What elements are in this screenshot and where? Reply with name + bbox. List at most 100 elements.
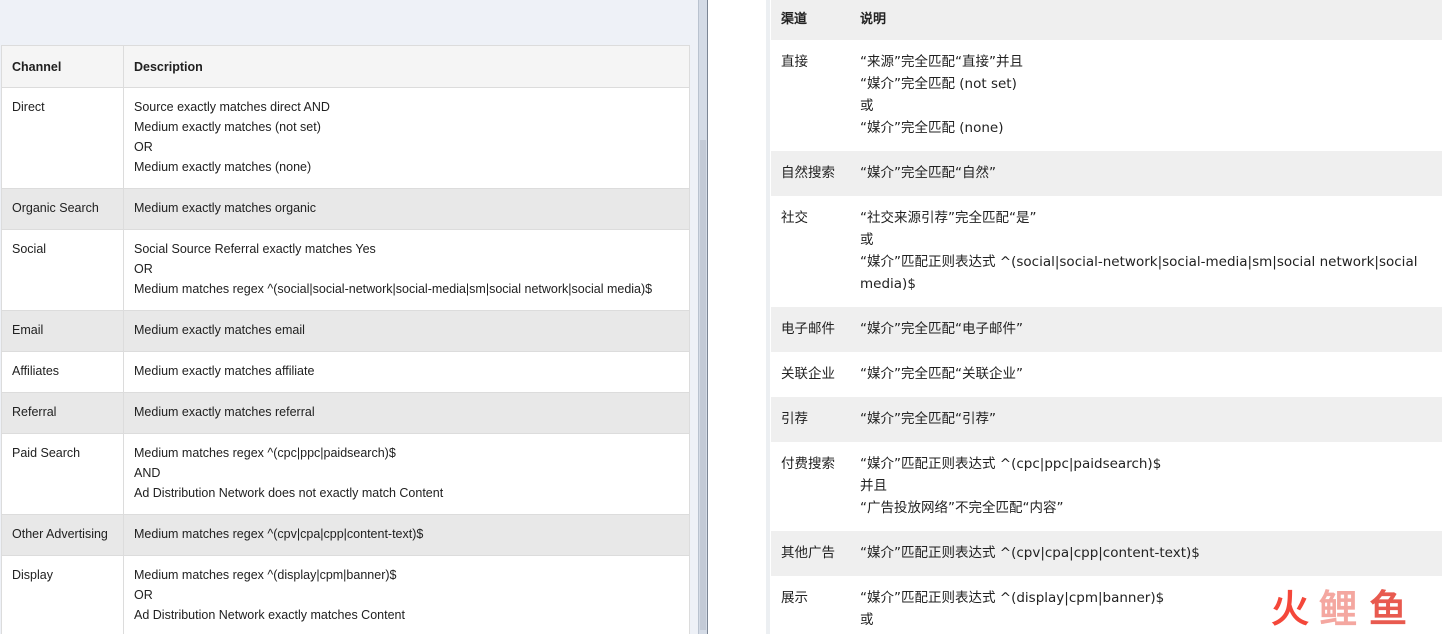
table-header-row: Channel Description — [1, 45, 690, 88]
description-cell: Source exactly matches direct AND Medium … — [123, 87, 690, 189]
description-line: “媒介”完全匹配“关联企业” — [860, 366, 1023, 382]
description-line: Medium exactly matches (not set) — [134, 120, 321, 134]
table-row: Affiliates Medium exactly matches affilia… — [1, 351, 690, 393]
description-line: Medium matches regex ^(social|social-net… — [134, 282, 653, 296]
description-cell: “媒介”完全匹配“关联企业” — [850, 352, 1442, 397]
description-line: OR — [134, 588, 153, 602]
description-line: OR — [134, 262, 153, 276]
channel-cell: 付费搜索 — [781, 456, 835, 472]
description-cell: Medium matches regex ^(cpv|cpa|cpp|conte… — [123, 514, 690, 556]
table-row: Display Medium matches regex ^(display|cp… — [1, 555, 690, 634]
description-cell: “媒介”完全匹配“引荐” — [850, 397, 1442, 442]
channel-cell: Direct — [1, 87, 124, 189]
description-cell: “媒介”完全匹配“自然” — [850, 151, 1442, 196]
table-header-row: 渠道 说明 — [771, 0, 1442, 40]
table-row: Other Advertising Medium matches regex ^(… — [1, 514, 690, 556]
description-column-header: Description — [123, 45, 690, 88]
description-cell: Social Source Referral exactly matches Y… — [123, 229, 690, 311]
channel-definitions-table-zh: 渠道 说明 直接 “来源”完全匹配“直接”并且 “媒介”完全匹配 (not set)… — [771, 0, 1442, 634]
description-line: Ad Distribution Network exactly matches … — [134, 608, 405, 622]
table-row: 电子邮件 “媒介”完全匹配“电子邮件” — [771, 307, 1442, 352]
channel-cell: Organic Search — [1, 188, 124, 230]
table-row: 付费搜索 “媒介”匹配正则表达式 ^(cpc|ppc|paidsearch)$ 并且… — [771, 442, 1442, 531]
description-line: “媒介”完全匹配“电子邮件” — [860, 321, 1023, 337]
table-row: Organic Search Medium exactly matches org… — [1, 188, 690, 230]
description-line: AND — [134, 466, 161, 480]
description-cell: Medium matches regex ^(cpc|ppc|paidsearc… — [123, 433, 690, 515]
channel-cell: 引荐 — [771, 397, 850, 442]
description-cell: “媒介”匹配正则表达式 ^(cpc|ppc|paidsearch)$ 并且 “广告投… — [850, 442, 1442, 531]
description-line: Medium exactly matches organic — [134, 201, 317, 215]
pane-gap — [708, 0, 770, 634]
table-row: 其他广告 “媒介”匹配正则表达式 ^(cpv|cpa|cpp|content-te… — [771, 531, 1442, 576]
description-cell: “媒介”匹配正则表达式 ^(cpv|cpa|cpp|content-text)$ — [850, 531, 1442, 576]
table-row: Paid Search Medium matches regex ^(cpc|pp… — [1, 433, 690, 515]
description-line: Medium exactly matches referral — [134, 405, 315, 419]
description-cell: Medium exactly matches organic — [123, 188, 690, 230]
table-row: Direct Source exactly matches direct AND M… — [1, 87, 690, 189]
channel-cell: 直接 — [781, 54, 808, 70]
channel-cell: 自然搜索 — [771, 151, 850, 196]
description-line: “媒介”匹配正则表达式 ^(cpv|cpa|cpp|content-text)$ — [860, 545, 1200, 561]
description-line: Medium exactly matches affiliate — [134, 364, 315, 378]
scrollbar-thumb[interactable] — [700, 140, 706, 630]
channel-column-header: 渠道 — [771, 0, 850, 40]
description-line: “广告投放网络”不完全匹配“内容” — [860, 500, 1064, 516]
description-line: Medium matches regex ^(cpv|cpa|cpp|conte… — [134, 527, 424, 541]
table-row: 引荐 “媒介”完全匹配“引荐” — [771, 397, 1442, 442]
table-row: 社交 “社交来源引荐”完全匹配“是” 或 “媒介”匹配正则表达式 ^(social|s… — [771, 196, 1442, 307]
channel-cell: Display — [1, 555, 124, 634]
description-line: 或 — [860, 232, 874, 248]
table-row: Social Social Source Referral exactly mat… — [1, 229, 690, 311]
description-line: Medium matches regex ^(cpc|ppc|paidsearc… — [134, 446, 396, 460]
description-line: Social Source Referral exactly matches Y… — [134, 242, 376, 256]
watermark-char: 鱼 — [1369, 587, 1408, 631]
description-line: 或 — [860, 98, 874, 114]
channel-cell: Referral — [1, 392, 124, 434]
description-line: “媒介”完全匹配 (not set) — [860, 76, 1017, 92]
table-row: 关联企业 “媒介”完全匹配“关联企业” — [771, 352, 1442, 397]
right-pane-chinese-table-screenshot: 渠道 说明 直接 “来源”完全匹配“直接”并且 “媒介”完全匹配 (not set)… — [771, 0, 1442, 634]
channel-cell: Other Advertising — [1, 514, 124, 556]
description-line: Medium matches regex ^(display|cpm|banne… — [134, 568, 397, 582]
table-row: 直接 “来源”完全匹配“直接”并且 “媒介”完全匹配 (not set) 或 “媒介”完… — [771, 40, 1442, 151]
description-line: “社交来源引荐”完全匹配“是” — [860, 210, 1037, 226]
description-line: “媒介”完全匹配“自然” — [860, 165, 996, 181]
description-cell: Medium exactly matches affiliate — [123, 351, 690, 393]
channel-cell: Social — [1, 229, 124, 311]
channel-cell: 社交 — [781, 210, 808, 226]
description-line: 并且 — [860, 478, 887, 494]
channel-cell: 展示 — [781, 590, 808, 606]
description-line: “来源”完全匹配“直接”并且 — [860, 54, 1023, 70]
table-row: 自然搜索 “媒介”完全匹配“自然” — [771, 151, 1442, 196]
channel-cell: 关联企业 — [781, 366, 835, 382]
pane-border — [766, 0, 770, 634]
description-cell: Medium exactly matches email — [123, 310, 690, 352]
watermark-char: 火 — [1271, 587, 1310, 631]
description-cell: “媒介”完全匹配“电子邮件” — [850, 307, 1442, 352]
description-cell: Medium matches regex ^(display|cpm|banne… — [123, 555, 690, 634]
channel-definitions-table-en: Channel Description Direct Source exactly… — [1, 45, 690, 634]
channel-cell: 电子邮件 — [771, 307, 850, 352]
table-row: Referral Medium exactly matches referral — [1, 392, 690, 434]
description-cell: “社交来源引荐”完全匹配“是” 或 “媒介”匹配正则表达式 ^(social|soc… — [850, 196, 1442, 307]
description-line: Medium exactly matches (none) — [134, 160, 312, 174]
watermark-char: 鲤 — [1319, 587, 1358, 631]
description-line: “媒介”完全匹配 (none) — [860, 120, 1004, 136]
channel-cell: Paid Search — [1, 433, 124, 515]
description-line: “媒介”匹配正则表达式 ^(cpc|ppc|paidsearch)$ — [860, 456, 1162, 472]
description-line: “媒介”匹配正则表达式 ^(social|social-network|soci… — [860, 254, 1418, 292]
description-column-header: 说明 — [850, 0, 1442, 40]
window-splitter[interactable] — [698, 0, 708, 634]
description-line: Ad Distribution Network does not exactly… — [134, 486, 444, 500]
left-pane-english-table-screenshot: Channel Description Direct Source exactly… — [0, 0, 698, 634]
description-cell: Medium exactly matches referral — [123, 392, 690, 434]
channel-column-header: Channel — [1, 45, 124, 88]
description-line: Source exactly matches direct AND — [134, 100, 330, 114]
description-cell: “来源”完全匹配“直接”并且 “媒介”完全匹配 (not set) 或 “媒介”完全匹… — [850, 40, 1442, 151]
channel-cell: 其他广告 — [771, 531, 850, 576]
description-line: “媒介”完全匹配“引荐” — [860, 411, 996, 427]
description-line: Medium exactly matches email — [134, 323, 305, 337]
channel-cell: Affiliates — [1, 351, 124, 393]
table-row: Email Medium exactly matches email — [1, 310, 690, 352]
